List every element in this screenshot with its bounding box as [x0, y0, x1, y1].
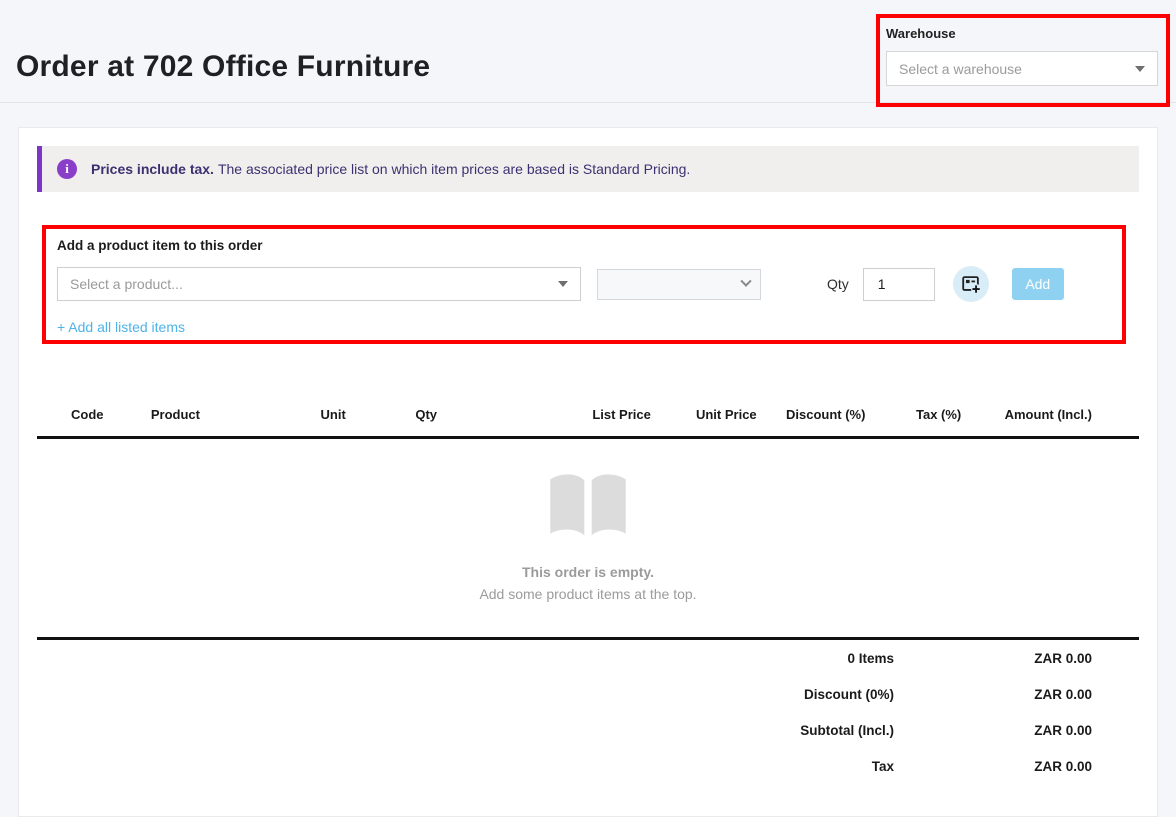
- items-table-header: Code Product Unit Qty List Price Unit Pr…: [37, 407, 1139, 439]
- add-product-heading: Add a product item to this order: [57, 238, 1139, 253]
- product-select-placeholder: Select a product...: [70, 276, 183, 292]
- warehouse-group: Warehouse Select a warehouse: [886, 26, 1158, 86]
- add-button[interactable]: Add: [1012, 268, 1064, 300]
- column-header-discount: Discount (%): [757, 407, 866, 422]
- banner-bold-text: Prices include tax.: [91, 161, 214, 177]
- empty-order-title: This order is empty.: [37, 564, 1139, 580]
- order-card: i Prices include tax.The associated pric…: [18, 127, 1158, 817]
- summary-label: Tax: [37, 759, 894, 774]
- column-header-product: Product: [151, 407, 321, 422]
- warehouse-select[interactable]: Select a warehouse: [886, 51, 1158, 86]
- add-to-price-list-button[interactable]: [953, 266, 989, 302]
- add-product-controls: Select a product... Qty Ad: [57, 266, 1139, 302]
- column-header-list-price: List Price: [515, 407, 651, 422]
- summary-row-tax: Tax ZAR 0.00: [37, 748, 1139, 784]
- column-header-qty: Qty: [415, 407, 515, 422]
- summary-label: Subtotal (Incl.): [37, 723, 894, 738]
- tax-info-banner: i Prices include tax.The associated pric…: [37, 146, 1139, 192]
- qty-input[interactable]: [863, 268, 935, 301]
- add-product-section: Add a product item to this order Select …: [37, 238, 1139, 337]
- warehouse-label: Warehouse: [886, 26, 1158, 41]
- chevron-down-icon: [558, 281, 568, 287]
- add-to-price-list-icon: [960, 273, 982, 295]
- summary-label: Discount (0%): [37, 687, 894, 702]
- chevron-down-icon: [740, 276, 751, 287]
- column-header-code: Code: [37, 407, 151, 422]
- empty-order-state: This order is empty. Add some product it…: [37, 439, 1139, 602]
- product-select[interactable]: Select a product...: [57, 267, 581, 301]
- empty-order-subtitle: Add some product items at the top.: [37, 586, 1139, 602]
- summary-row-discount: Discount (0%) ZAR 0.00: [37, 676, 1139, 712]
- info-icon: i: [57, 159, 77, 179]
- summary-row-items: 0 Items ZAR 0.00: [37, 640, 1139, 676]
- summary-label: 0 Items: [37, 651, 894, 666]
- chevron-down-icon: [1135, 66, 1145, 72]
- summary-value: ZAR 0.00: [894, 651, 1139, 666]
- summary-value: ZAR 0.00: [894, 759, 1139, 774]
- add-all-listed-items-link[interactable]: + Add all listed items: [57, 319, 185, 335]
- column-header-unit: Unit: [321, 407, 416, 422]
- warehouse-select-placeholder: Select a warehouse: [899, 61, 1022, 77]
- banner-regular-text: The associated price list on which item …: [218, 161, 690, 177]
- open-book-icon: [542, 469, 634, 545]
- qty-label: Qty: [827, 276, 849, 292]
- order-summary: 0 Items ZAR 0.00 Discount (0%) ZAR 0.00 …: [37, 637, 1139, 784]
- summary-value: ZAR 0.00: [894, 687, 1139, 702]
- column-header-tax: Tax (%): [865, 407, 961, 422]
- summary-row-subtotal: Subtotal (Incl.) ZAR 0.00: [37, 712, 1139, 748]
- unit-select[interactable]: [597, 269, 761, 300]
- summary-value: ZAR 0.00: [894, 723, 1139, 738]
- banner-text: Prices include tax.The associated price …: [91, 161, 690, 177]
- page-title: Order at 702 Office Furniture: [16, 50, 430, 84]
- column-header-unit-price: Unit Price: [651, 407, 757, 422]
- column-header-amount: Amount (Incl.): [961, 407, 1139, 422]
